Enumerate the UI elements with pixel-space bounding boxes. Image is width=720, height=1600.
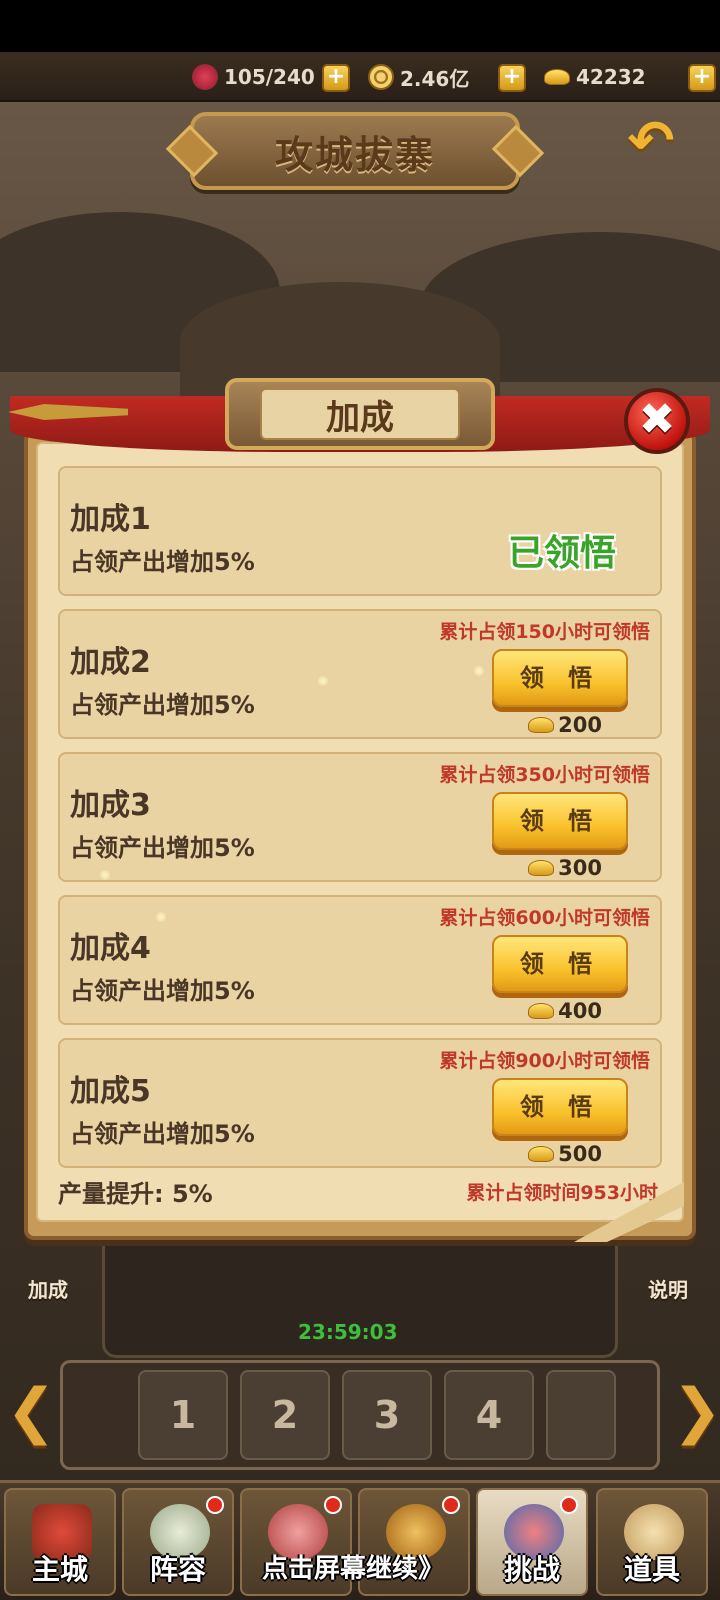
level-tile-3[interactable]: 3 <box>342 1370 432 1460</box>
bonus-desc: 占领产出增加5% <box>70 977 255 1005</box>
bonus-card-5: 累计占领900小时可领悟 加成5 占领产出增加5% 领 悟 500 <box>58 1038 662 1168</box>
bonus-card-4: 累计占领600小时可领悟 加成4 占领产出增加5% 领 悟 400 <box>58 895 662 1025</box>
dialog-title-plate: 加成 <box>225 378 495 450</box>
unlock-condition: 累计占领600小时可领悟 <box>439 907 650 929</box>
page-title: 攻城拔寨 <box>274 132 435 177</box>
heart-icon <box>192 64 218 90</box>
nav-main-city-label: 主城 <box>31 1553 88 1586</box>
bonus-desc: 占领产出增加5% <box>70 834 255 862</box>
ingot-icon <box>544 69 570 85</box>
bonus-name: 加成3 <box>70 788 151 823</box>
bonus-card-2: 累计占领150小时可领悟 加成2 占领产出增加5% 领 悟 200 <box>58 609 662 739</box>
bonus-desc: 占领产出增加5% <box>70 548 255 576</box>
dialog-title: 加成 <box>326 397 394 438</box>
back-button[interactable]: ↶ <box>616 110 686 174</box>
output-boost-total: 产量提升: 5% <box>58 1180 213 1208</box>
ingot-icon <box>528 1146 555 1162</box>
ingot-cost: 200 <box>528 713 602 737</box>
notification-dot <box>206 1496 224 1514</box>
bonus-name: 加成2 <box>70 645 151 680</box>
bonus-card-3: 累计占领350小时可领悟 加成3 占领产出增加5% 领 悟 300 <box>58 752 662 882</box>
add-ingot-button[interactable]: + <box>688 64 716 92</box>
level-tile-1[interactable]: 1 <box>138 1370 228 1460</box>
ingot-cost: 400 <box>528 999 602 1023</box>
nav-items[interactable]: 道具 <box>596 1488 708 1596</box>
bonus-name: 加成4 <box>70 931 151 966</box>
learn-button[interactable]: 领 悟 <box>492 1078 628 1136</box>
bonus-card-1: 加成1 占领产出增加5% 已领悟 <box>58 466 662 596</box>
coin-value: 2.46亿 <box>400 66 470 91</box>
sparkle <box>318 676 328 686</box>
unlock-condition: 累计占领150小时可领悟 <box>439 621 650 643</box>
stamina-display: 105/240 <box>192 62 315 92</box>
sparkle <box>156 912 166 922</box>
add-stamina-button[interactable]: + <box>322 64 350 92</box>
stamina-value: 105/240 <box>224 65 315 89</box>
ingot-cost: 500 <box>528 1142 602 1166</box>
resource-bar: 105/240 + 2.46亿 + 42232 + <box>0 52 720 102</box>
level-tile-5[interactable] <box>546 1370 616 1460</box>
status-bar <box>0 0 720 52</box>
ingot-icon <box>528 860 555 876</box>
ingot-icon <box>528 717 555 733</box>
bonus-desc: 占领产出增加5% <box>70 1120 255 1148</box>
learn-button[interactable]: 领 悟 <box>492 792 628 850</box>
notification-dot <box>324 1496 342 1514</box>
bonus-desc: 占领产出增加5% <box>70 691 255 719</box>
cost-value: 400 <box>558 999 602 1023</box>
bonus-side-button[interactable]: 加成 <box>28 1274 68 1303</box>
level-tile-4[interactable]: 4 <box>444 1370 534 1460</box>
learn-button[interactable]: 领 悟 <box>492 649 628 707</box>
nav-challenge-label: 挑战 <box>503 1553 560 1586</box>
unlock-condition: 累计占领350小时可领悟 <box>439 764 650 786</box>
countdown-timer: 23:59:03 <box>298 1320 398 1344</box>
nav-items-label: 道具 <box>623 1553 680 1586</box>
ingot-display: 42232 <box>544 62 646 92</box>
nav-challenge[interactable]: 挑战 <box>476 1488 588 1596</box>
nav-lineup[interactable]: 阵容 <box>122 1488 234 1596</box>
level-tile-2[interactable]: 2 <box>240 1370 330 1460</box>
page-title-banner: 攻城拔寨 <box>165 112 545 190</box>
notification-dot <box>560 1496 578 1514</box>
learned-status: 已领悟 <box>507 533 616 574</box>
nav-main-city[interactable]: 主城 <box>4 1488 116 1596</box>
total-occupation-time: 累计占领时间953小时 <box>466 1182 658 1204</box>
notification-dot <box>442 1496 460 1514</box>
coin-display: 2.46亿 <box>368 62 469 92</box>
add-coin-button[interactable]: + <box>498 64 526 92</box>
unlock-condition: 累计占领900小时可领悟 <box>439 1050 650 1072</box>
coin-icon <box>368 64 394 90</box>
learn-button[interactable]: 领 悟 <box>492 935 628 993</box>
bonus-name: 加成5 <box>70 1074 151 1109</box>
close-button[interactable]: ✖ <box>624 388 690 454</box>
nav-lineup-label: 阵容 <box>149 1553 206 1586</box>
cost-value: 500 <box>558 1142 602 1166</box>
next-arrow-button[interactable]: ❯ <box>672 1376 720 1446</box>
ingot-value: 42232 <box>576 65 646 89</box>
tap-to-continue-hint[interactable]: 点击屏幕继续》 <box>262 1548 444 1585</box>
sparkle <box>100 870 110 880</box>
ingot-cost: 300 <box>528 856 602 880</box>
sparkle <box>474 666 484 676</box>
ingot-icon <box>528 1003 555 1019</box>
cost-value: 300 <box>558 856 602 880</box>
cost-value: 200 <box>558 713 602 737</box>
bonus-name: 加成1 <box>70 502 151 537</box>
help-side-button[interactable]: 说明 <box>648 1274 688 1303</box>
prev-arrow-button[interactable]: ❮ <box>6 1376 56 1446</box>
